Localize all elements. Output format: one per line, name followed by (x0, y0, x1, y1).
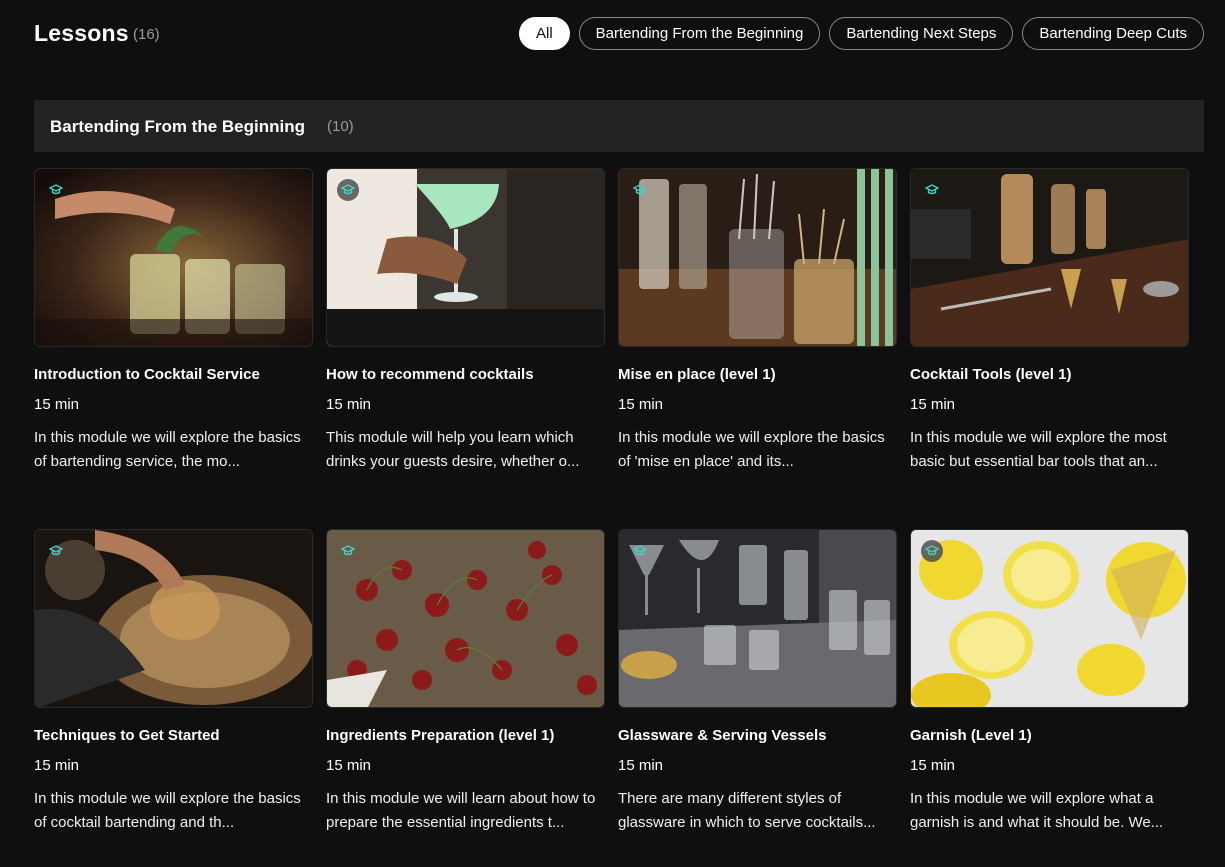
filter-chip-deep-cuts[interactable]: Bartending Deep Cuts (1022, 17, 1204, 50)
lesson-title: Techniques to Get Started (34, 727, 220, 744)
lesson-description: In this module we will explore what a ga… (910, 790, 1164, 831)
filter-chip-from-the-beginning[interactable]: Bartending From the Beginning (578, 17, 821, 50)
lesson-title: Garnish (Level 1) (910, 727, 1032, 744)
graduation-cap-icon (337, 540, 359, 562)
lesson-description: In this module we will explore the basic… (618, 429, 885, 470)
lesson-description: In this module we will explore the basic… (34, 790, 301, 831)
lesson-thumbnail[interactable] (618, 168, 897, 347)
lesson-thumbnail[interactable] (326, 529, 605, 708)
lesson-description: In this module we will learn about how t… (326, 790, 596, 831)
page-title: Lessons (34, 20, 129, 46)
lesson-duration: 15 min (618, 757, 664, 774)
section-header: Bartending From the Beginning (10) (34, 100, 1204, 152)
lesson-card[interactable]: Techniques to Get Started 15 min In this… (34, 529, 313, 835)
lesson-thumbnail[interactable] (326, 168, 605, 347)
page-header: Lessons (16) All Bartending From the Beg… (34, 0, 1204, 68)
lesson-title: Ingredients Preparation (level 1) (326, 727, 555, 744)
filter-chips: All Bartending From the Beginning Barten… (519, 17, 1204, 50)
lesson-card[interactable]: Cocktail Tools (level 1) 15 min In this … (910, 168, 1189, 474)
lesson-duration: 15 min (34, 396, 80, 413)
lesson-description: In this module we will explore the basic… (34, 429, 301, 470)
graduation-cap-icon (45, 540, 67, 562)
lesson-duration: 15 min (326, 757, 372, 774)
lesson-card[interactable]: Introduction to Cocktail Service 15 min … (34, 168, 313, 474)
lesson-duration: 15 min (910, 396, 956, 413)
lesson-title: Glassware & Serving Vessels (618, 727, 827, 744)
lesson-card[interactable]: Ingredients Preparation (level 1) 15 min… (326, 529, 605, 835)
graduation-cap-icon (921, 540, 943, 562)
lesson-duration: 15 min (326, 396, 372, 413)
lesson-card[interactable]: Garnish (Level 1) 15 min In this module … (910, 529, 1189, 835)
lesson-thumbnail[interactable] (34, 529, 313, 708)
filter-chip-all[interactable]: All (519, 17, 570, 50)
lesson-duration: 15 min (34, 757, 80, 774)
graduation-cap-icon (337, 179, 359, 201)
lesson-thumbnail[interactable] (34, 168, 313, 347)
lesson-thumbnail[interactable] (910, 529, 1189, 708)
graduation-cap-icon (45, 179, 67, 201)
lesson-duration: 15 min (910, 757, 956, 774)
lesson-title: Mise en place (level 1) (618, 366, 776, 383)
lesson-description: This module will help you learn which dr… (326, 429, 580, 470)
lesson-description: In this module we will explore the most … (910, 429, 1167, 470)
lesson-count: (16) (133, 26, 160, 43)
filter-chip-next-steps[interactable]: Bartending Next Steps (829, 17, 1014, 50)
lesson-title: Introduction to Cocktail Service (34, 366, 260, 383)
lesson-thumbnail[interactable] (618, 529, 897, 708)
lesson-card[interactable]: Mise en place (level 1) 15 min In this m… (618, 168, 897, 474)
graduation-cap-icon (921, 179, 943, 201)
section-title: Bartending From the Beginning (50, 117, 305, 136)
section-count: (10) (327, 118, 354, 135)
lesson-thumbnail[interactable] (910, 168, 1189, 347)
lesson-duration: 15 min (618, 396, 664, 413)
graduation-cap-icon (629, 179, 651, 201)
lesson-card[interactable]: How to recommend cocktails 15 min This m… (326, 168, 605, 474)
lesson-card[interactable]: Glassware & Serving Vessels 15 min There… (618, 529, 897, 835)
graduation-cap-icon (629, 540, 651, 562)
lesson-title: Cocktail Tools (level 1) (910, 366, 1072, 383)
lesson-description: There are many different styles of glass… (618, 790, 876, 831)
lesson-title: How to recommend cocktails (326, 366, 534, 383)
